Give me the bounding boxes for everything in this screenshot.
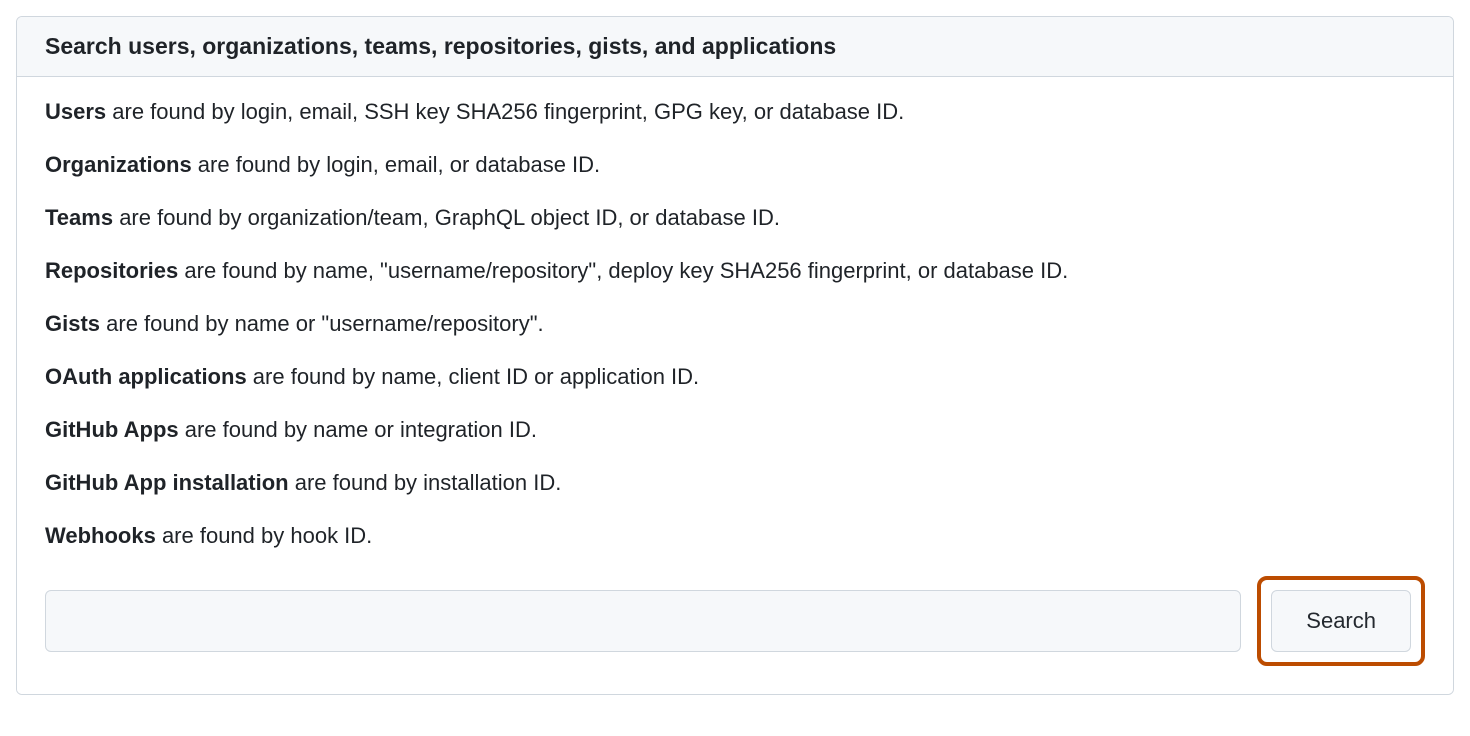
- search-row: Search: [45, 576, 1425, 666]
- panel-title: Search users, organizations, teams, repo…: [45, 33, 1425, 60]
- help-term: GitHub Apps: [45, 417, 179, 442]
- search-button-highlight: Search: [1257, 576, 1425, 666]
- help-term: Webhooks: [45, 523, 156, 548]
- help-term: Gists: [45, 311, 100, 336]
- help-line-teams: Teams are found by organization/team, Gr…: [45, 201, 1425, 234]
- help-line-github-apps: GitHub Apps are found by name or integra…: [45, 413, 1425, 446]
- help-line-organizations: Organizations are found by login, email,…: [45, 148, 1425, 181]
- help-term: Repositories: [45, 258, 178, 283]
- help-text: are found by login, email, or database I…: [192, 152, 600, 177]
- help-text: are found by name or integration ID.: [179, 417, 537, 442]
- search-panel: Search users, organizations, teams, repo…: [16, 16, 1454, 695]
- help-line-github-app-installation: GitHub App installation are found by ins…: [45, 466, 1425, 499]
- search-input[interactable]: [45, 590, 1241, 652]
- help-line-webhooks: Webhooks are found by hook ID.: [45, 519, 1425, 552]
- search-button[interactable]: Search: [1271, 590, 1411, 652]
- help-text: are found by hook ID.: [156, 523, 372, 548]
- help-term: Organizations: [45, 152, 192, 177]
- help-text: are found by installation ID.: [289, 470, 562, 495]
- help-text: are found by name, "username/repository"…: [178, 258, 1068, 283]
- help-line-oauth-applications: OAuth applications are found by name, cl…: [45, 360, 1425, 393]
- help-text: are found by name or "username/repositor…: [100, 311, 544, 336]
- help-text: are found by login, email, SSH key SHA25…: [106, 99, 904, 124]
- panel-body: Users are found by login, email, SSH key…: [17, 77, 1453, 694]
- help-term: GitHub App installation: [45, 470, 289, 495]
- help-term: OAuth applications: [45, 364, 247, 389]
- help-line-gists: Gists are found by name or "username/rep…: [45, 307, 1425, 340]
- help-line-users: Users are found by login, email, SSH key…: [45, 95, 1425, 128]
- help-term: Teams: [45, 205, 113, 230]
- panel-header: Search users, organizations, teams, repo…: [17, 17, 1453, 77]
- help-term: Users: [45, 99, 106, 124]
- help-text: are found by organization/team, GraphQL …: [113, 205, 780, 230]
- help-line-repositories: Repositories are found by name, "usernam…: [45, 254, 1425, 287]
- help-text: are found by name, client ID or applicat…: [247, 364, 699, 389]
